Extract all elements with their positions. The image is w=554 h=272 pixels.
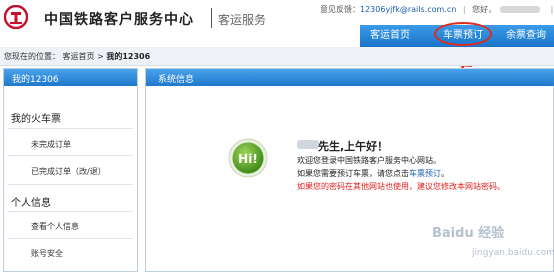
divider bbox=[8, 238, 133, 239]
breadcrumb-home-link[interactable]: 客运首页 bbox=[63, 52, 95, 61]
password-warning: 如果您的密码在其他网站也使用，建议您修改本网站密码。 bbox=[297, 182, 505, 191]
baidu-watermark: Baidu 经验 bbox=[432, 226, 505, 241]
main-panel-title: 系统信息 bbox=[158, 75, 195, 85]
divider bbox=[8, 128, 133, 129]
sidebar-group-my-tickets: 我的火车票 bbox=[11, 114, 61, 125]
booking-hint-prefix: 如果您需要预订车票，请您点击 bbox=[297, 169, 409, 178]
breadcrumb-current: 我的12306 bbox=[106, 52, 151, 61]
welcome-text: 欢迎您登录中国铁路客户服务中心网站。 bbox=[297, 156, 441, 165]
divider bbox=[8, 184, 133, 185]
sidebar-group-personal-info: 个人信息 bbox=[11, 198, 51, 209]
greeting-text: 先生,上午好！ bbox=[318, 140, 389, 153]
hi-icon-label: Hi! bbox=[238, 152, 258, 166]
main-panel-header bbox=[146, 69, 554, 86]
divider bbox=[8, 211, 133, 212]
breadcrumb-separator: > bbox=[97, 52, 104, 61]
sidebar-item-unfinished-orders[interactable]: 未完成订单 bbox=[31, 139, 71, 150]
divider bbox=[8, 155, 133, 156]
booking-link[interactable]: 车票预订 bbox=[409, 169, 441, 178]
hi-greeting-icon: Hi! bbox=[228, 138, 268, 178]
sidebar-title: 我的12306 bbox=[12, 75, 59, 85]
sidebar-item-completed-orders[interactable]: 已完成订单（改/退） bbox=[31, 166, 106, 177]
booking-hint: 如果您需要预订车票，请您点击车票预订。 bbox=[297, 168, 449, 179]
sidebar-item-view-personal-info[interactable]: 查看个人信息 bbox=[31, 221, 79, 232]
breadcrumb-prefix: 您现在的位置： bbox=[4, 52, 60, 61]
baidu-watermark-url: jingyan.baidu.com bbox=[472, 248, 554, 258]
booking-hint-suffix: 。 bbox=[441, 169, 449, 178]
breadcrumb: 您现在的位置： 客运首页 > 我的12306 bbox=[4, 51, 150, 62]
blurred-name bbox=[297, 140, 319, 149]
sidebar-item-account-security[interactable]: 账号安全 bbox=[31, 248, 63, 259]
